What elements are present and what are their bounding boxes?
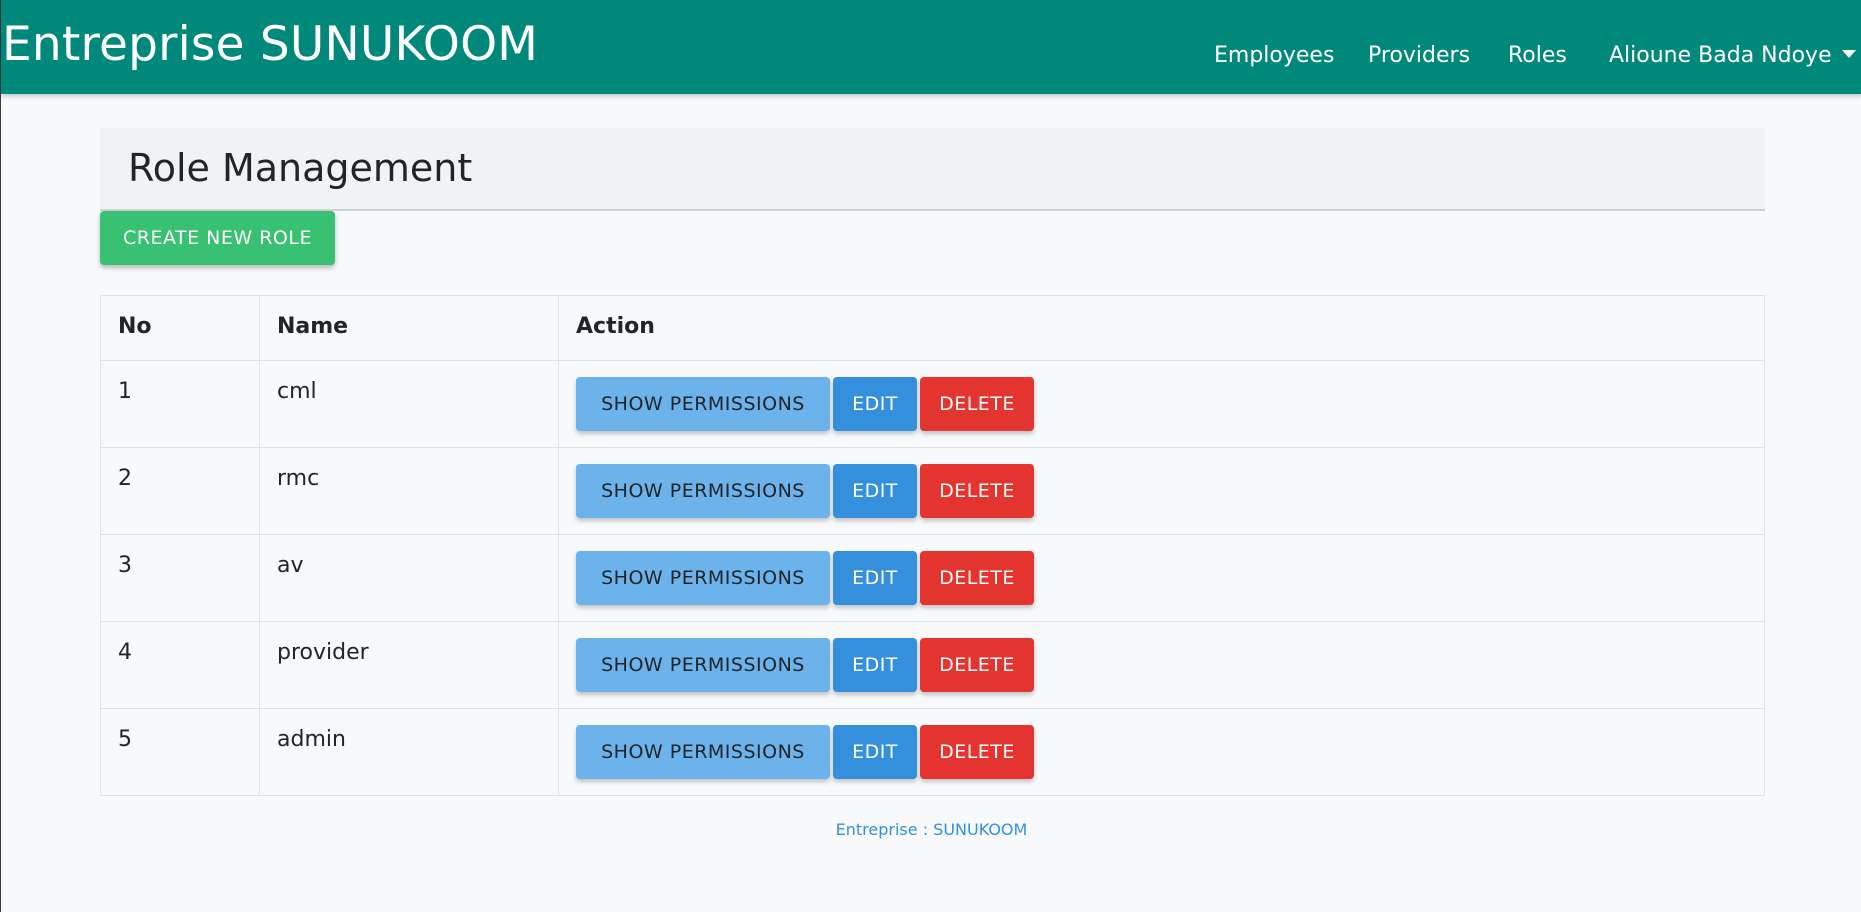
cell-name: admin — [259, 708, 559, 796]
edit-button[interactable]: EDIT — [833, 377, 917, 431]
nav-link-roles[interactable]: Roles — [1508, 42, 1567, 70]
user-dropdown[interactable]: Alioune Bada Ndoye — [1609, 42, 1856, 70]
page: Entreprise SUNUKOOM Employees Providers … — [0, 0, 1861, 912]
column-header-no: No — [100, 295, 260, 361]
page-title: Role Management — [128, 146, 473, 190]
delete-button[interactable]: DELETE — [920, 638, 1034, 692]
show-permissions-button[interactable]: SHOW PERMISSIONS — [576, 551, 830, 605]
cell-name: provider — [259, 621, 559, 709]
edit-button[interactable]: EDIT — [833, 464, 917, 518]
cell-actions: SHOW PERMISSIONS EDIT DELETE — [558, 360, 1765, 448]
delete-button[interactable]: DELETE — [920, 725, 1034, 779]
column-header-name: Name — [259, 295, 559, 361]
edit-button[interactable]: EDIT — [833, 551, 917, 605]
delete-button[interactable]: DELETE — [920, 551, 1034, 605]
cell-name: av — [259, 534, 559, 622]
table-row: 2 rmc SHOW PERMISSIONS EDIT DELETE — [100, 447, 1765, 535]
table-row: 4 provider SHOW PERMISSIONS EDIT DELETE — [100, 621, 1765, 709]
page-header: Role Management — [100, 128, 1765, 211]
user-name: Alioune Bada Ndoye — [1609, 43, 1832, 68]
cell-no: 5 — [100, 708, 260, 796]
show-permissions-button[interactable]: SHOW PERMISSIONS — [576, 725, 830, 779]
footer-text: Entreprise : SUNUKOOM — [835, 820, 1028, 839]
nav-link-providers[interactable]: Providers — [1368, 42, 1470, 70]
table-header-row: No Name Action — [100, 295, 1765, 361]
show-permissions-button[interactable]: SHOW PERMISSIONS — [576, 377, 830, 431]
edit-button[interactable]: EDIT — [833, 638, 917, 692]
roles-table: No Name Action 1 cml SHOW PERMISSIONS EDI… — [100, 295, 1765, 796]
nav-link-employees[interactable]: Employees — [1214, 42, 1334, 70]
brand-title[interactable]: Entreprise SUNUKOOM — [2, 14, 538, 76]
cell-name: rmc — [259, 447, 559, 535]
chevron-down-icon — [1841, 50, 1856, 58]
cell-actions: SHOW PERMISSIONS EDIT DELETE — [558, 534, 1765, 622]
column-header-action: Action — [558, 295, 1765, 361]
cell-actions: SHOW PERMISSIONS EDIT DELETE — [558, 447, 1765, 535]
table-row: 1 cml SHOW PERMISSIONS EDIT DELETE — [100, 360, 1765, 448]
show-permissions-button[interactable]: SHOW PERMISSIONS — [576, 638, 830, 692]
navbar: Entreprise SUNUKOOM Employees Providers … — [1, 0, 1861, 94]
delete-button[interactable]: DELETE — [920, 377, 1034, 431]
create-role-button[interactable]: CREATE NEW ROLE — [100, 211, 335, 265]
table-row: 5 admin SHOW PERMISSIONS EDIT DELETE — [100, 708, 1765, 796]
cell-no: 2 — [100, 447, 260, 535]
cell-no: 1 — [100, 360, 260, 448]
cell-no: 3 — [100, 534, 260, 622]
cell-name: cml — [259, 360, 559, 448]
show-permissions-button[interactable]: SHOW PERMISSIONS — [576, 464, 830, 518]
table-row: 3 av SHOW PERMISSIONS EDIT DELETE — [100, 534, 1765, 622]
cell-no: 4 — [100, 621, 260, 709]
cell-actions: SHOW PERMISSIONS EDIT DELETE — [558, 708, 1765, 796]
edit-button[interactable]: EDIT — [833, 725, 917, 779]
delete-button[interactable]: DELETE — [920, 464, 1034, 518]
cell-actions: SHOW PERMISSIONS EDIT DELETE — [558, 621, 1765, 709]
